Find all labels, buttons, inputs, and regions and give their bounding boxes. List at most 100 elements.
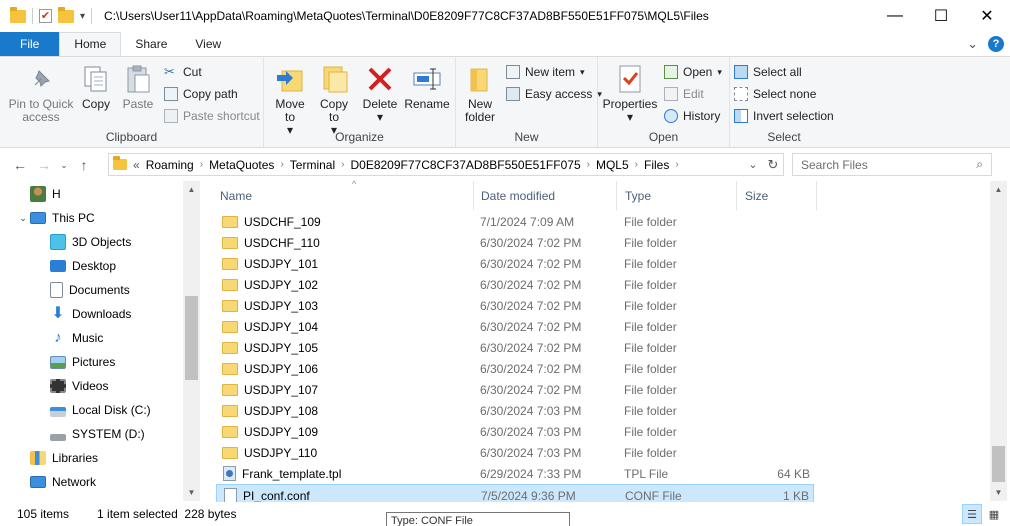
- address-overflow[interactable]: «: [133, 158, 140, 172]
- scroll-up-icon[interactable]: ▲: [990, 181, 1007, 198]
- chevron-right-icon[interactable]: ›: [635, 159, 638, 170]
- edit-button[interactable]: Edit: [664, 87, 704, 101]
- chevron-right-icon[interactable]: ›: [280, 159, 283, 170]
- search-input[interactable]: Search Files ⌕: [792, 153, 992, 176]
- nav-item-3d-objects[interactable]: 3D Objects: [20, 230, 131, 254]
- properties-button[interactable]: Properties ▾: [600, 63, 660, 124]
- address-dropdown-icon[interactable]: ⌄: [743, 158, 763, 171]
- delete-button[interactable]: Delete ▾: [360, 63, 400, 124]
- recent-locations-button[interactable]: ⌄: [56, 160, 72, 171]
- address-segment[interactable]: MetaQuotes: [209, 158, 274, 172]
- chevron-right-icon[interactable]: ›: [675, 159, 678, 170]
- scroll-thumb[interactable]: [992, 446, 1005, 482]
- table-row[interactable]: USDJPY_101 6/30/2024 7:02 PM File folder: [216, 253, 814, 274]
- rename-button[interactable]: Rename: [404, 63, 450, 111]
- table-row[interactable]: USDJPY_103 6/30/2024 7:02 PM File folder: [216, 295, 814, 316]
- copy-path-button[interactable]: Copy path: [164, 87, 238, 101]
- address-segment[interactable]: Roaming: [146, 158, 194, 172]
- new-folder-button[interactable]: New folder: [462, 63, 498, 124]
- nav-pane-scrollbar[interactable]: ▲ ▼: [183, 181, 200, 501]
- dropdown-icon: ▾: [580, 66, 585, 77]
- history-button[interactable]: History: [664, 109, 720, 123]
- customize-quick-access-icon[interactable]: ▾: [80, 11, 85, 22]
- tab-view[interactable]: View: [181, 32, 235, 56]
- paste-button[interactable]: Paste: [118, 63, 158, 111]
- file-date-cell: 7/1/2024 7:09 AM: [480, 214, 575, 229]
- select-all-button[interactable]: Select all: [734, 65, 802, 79]
- new-item-button[interactable]: New item ▾: [506, 65, 585, 79]
- address-segment[interactable]: D0E8209F77C8CF37AD8BF550E51FF075: [350, 158, 580, 172]
- nav-item-documents[interactable]: Documents: [20, 278, 130, 302]
- minimize-button[interactable]: —: [872, 0, 918, 32]
- table-row[interactable]: USDCHF_110 6/30/2024 7:02 PM File folder: [216, 232, 814, 253]
- back-button[interactable]: ←: [8, 157, 32, 173]
- scroll-up-icon[interactable]: ▲: [183, 181, 200, 198]
- table-row[interactable]: USDJPY_108 6/30/2024 7:03 PM File folder: [216, 400, 814, 421]
- address-segment[interactable]: Terminal: [290, 158, 335, 172]
- chevron-right-icon[interactable]: ›: [341, 159, 344, 170]
- cut-button[interactable]: ✂ Cut: [164, 65, 202, 80]
- chevron-right-icon[interactable]: ›: [587, 159, 590, 170]
- forward-button[interactable]: →: [32, 157, 56, 173]
- column-header-type[interactable]: Type: [617, 181, 737, 210]
- select-none-button[interactable]: Select none: [734, 87, 816, 101]
- expand-ribbon-icon[interactable]: ⌄: [967, 36, 978, 52]
- table-row[interactable]: Frank_template.tpl 6/29/2024 7:33 PM TPL F…: [216, 463, 814, 484]
- address-segment[interactable]: MQL5: [596, 158, 629, 172]
- nav-item-local-disk[interactable]: Local Disk (C:): [20, 398, 151, 422]
- help-icon[interactable]: ?: [988, 36, 1004, 52]
- table-row[interactable]: USDCHF_109 7/1/2024 7:09 AM File folder: [216, 211, 814, 232]
- file-size-cell: 64 KB: [777, 466, 810, 481]
- copy-button[interactable]: Copy: [78, 63, 114, 111]
- nav-item-desktop[interactable]: Desktop: [20, 254, 116, 278]
- chevron-right-icon[interactable]: ›: [200, 159, 203, 170]
- chevron-down-icon[interactable]: ⌄: [16, 213, 30, 224]
- scroll-down-icon[interactable]: ▼: [990, 484, 1007, 501]
- table-row[interactable]: USDJPY_104 6/30/2024 7:02 PM File folder: [216, 316, 814, 337]
- table-row[interactable]: USDJPY_106 6/30/2024 7:02 PM File folder: [216, 358, 814, 379]
- large-icons-view-icon[interactable]: ▦: [984, 504, 1004, 524]
- tab-file[interactable]: File: [0, 32, 60, 56]
- file-type-cell: File folder: [624, 340, 677, 355]
- scroll-down-icon[interactable]: ▼: [183, 484, 200, 501]
- address-bar[interactable]: « Roaming › MetaQuotes › Terminal › D0E8…: [108, 153, 784, 176]
- invert-selection-button[interactable]: Invert selection: [734, 109, 834, 123]
- details-view-icon[interactable]: ☰: [962, 504, 982, 524]
- table-row[interactable]: USDJPY_102 6/30/2024 7:02 PM File folder: [216, 274, 814, 295]
- close-button[interactable]: ✕: [964, 0, 1010, 32]
- maximize-button[interactable]: ☐: [918, 0, 964, 32]
- refresh-icon[interactable]: ↻: [763, 157, 783, 173]
- nav-item-downloads[interactable]: ⬇ Downloads: [20, 302, 131, 326]
- pin-to-quick-access-button[interactable]: Pin to Quick access: [6, 63, 76, 124]
- column-header-name[interactable]: ^ Name: [212, 179, 474, 210]
- scroll-thumb[interactable]: [185, 296, 198, 380]
- nav-item-user[interactable]: H: [0, 182, 61, 206]
- address-segment[interactable]: Files: [644, 158, 669, 172]
- up-button[interactable]: ↑: [72, 157, 96, 173]
- easy-access-button[interactable]: Easy access ▾: [506, 87, 602, 101]
- nav-item-system-drive[interactable]: SYSTEM (D:): [20, 422, 145, 446]
- tab-home[interactable]: Home: [59, 32, 122, 56]
- nav-label: Downloads: [72, 307, 132, 321]
- open-button[interactable]: Open ▾: [664, 65, 722, 79]
- table-row[interactable]: USDJPY_109 6/30/2024 7:03 PM File folder: [216, 421, 814, 442]
- user-icon: [30, 186, 46, 202]
- table-row[interactable]: USDJPY_107 6/30/2024 7:02 PM File folder: [216, 379, 814, 400]
- move-to-button[interactable]: Move to ▾: [270, 63, 310, 137]
- nav-item-videos[interactable]: Videos: [20, 374, 108, 398]
- properties-quick-icon[interactable]: ✔: [39, 9, 52, 23]
- nav-item-pictures[interactable]: Pictures: [20, 350, 115, 374]
- nav-item-this-pc[interactable]: ⌄ This PC: [0, 206, 94, 230]
- new-folder-quick-icon[interactable]: [58, 6, 74, 23]
- table-row[interactable]: USDJPY_110 6/30/2024 7:03 PM File folder: [216, 442, 814, 463]
- tab-share[interactable]: Share: [121, 32, 181, 56]
- nav-item-network[interactable]: Network: [0, 470, 96, 494]
- nav-item-libraries[interactable]: Libraries: [0, 446, 98, 470]
- column-header-date[interactable]: Date modified: [473, 181, 617, 210]
- column-header-size[interactable]: Size: [737, 181, 817, 210]
- table-row[interactable]: USDJPY_105 6/30/2024 7:02 PM File folder: [216, 337, 814, 358]
- copy-to-button[interactable]: Copy to ▾: [314, 63, 354, 137]
- file-list-scrollbar[interactable]: ▲ ▼: [990, 181, 1007, 501]
- paste-shortcut-button[interactable]: Paste shortcut: [164, 109, 260, 123]
- nav-item-music[interactable]: ♪ Music: [20, 326, 103, 350]
